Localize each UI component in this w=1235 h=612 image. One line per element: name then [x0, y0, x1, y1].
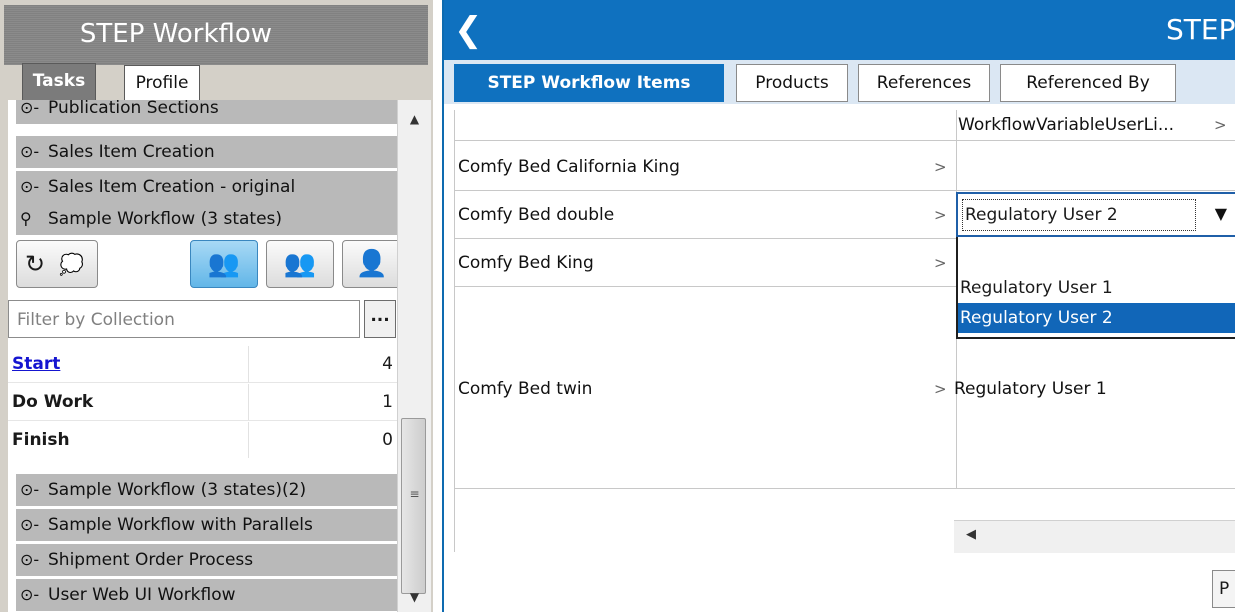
filter-collection-input[interactable]: Filter by Collection [8, 300, 360, 338]
grip-icon: ≡ [409, 487, 420, 501]
chevron-right-icon: > [934, 380, 947, 398]
user-select-dropdown: Regulatory User 1 Regulatory User 2 [956, 237, 1235, 339]
workflow-item[interactable]: ⊙- Publication Sections [16, 100, 397, 124]
grid-line [454, 190, 1235, 191]
user-select-combobox[interactable]: Regulatory User 2 ▼ [956, 192, 1235, 237]
workflow-item-expanded[interactable]: ⚲ Sample Workflow (3 states) [16, 203, 397, 235]
workflow-item-label: Sample Workflow (3 states)(2) [48, 480, 307, 500]
scrollbar-thumb[interactable]: ≡ [401, 418, 426, 594]
workflow-items-grid: WorkflowVariableUserLi... > Comfy Bed Ca… [454, 110, 1235, 552]
tab-profile[interactable]: Profile [124, 65, 200, 100]
column-header-label: WorkflowVariableUserLi... [958, 115, 1175, 135]
users-group-icon: 👥 [283, 249, 317, 279]
workflow-toolbar: ↻ 💭 👥 👥 👤 [16, 238, 397, 292]
dropdown-option-selected[interactable]: Regulatory User 2 [958, 303, 1235, 333]
workflow-list-scrollbar[interactable]: ▲ ≡ ▼ [397, 100, 431, 612]
workflow-item[interactable]: ⊙- Sample Workflow (3 states)(2) [16, 474, 397, 506]
dropdown-option[interactable]: Regulatory User 1 [958, 273, 1235, 303]
workflow-item-label: User Web UI Workflow [48, 585, 236, 605]
scroll-down-arrow-icon[interactable]: ▼ [398, 590, 431, 604]
grid-line [454, 140, 1235, 141]
workflow-item-label: Sample Workflow with Parallels [48, 515, 313, 535]
scroll-left-arrow-icon[interactable]: ◀ [966, 527, 976, 542]
row-value-cell[interactable]: Regulatory User 1 [954, 372, 1234, 406]
row-divider [8, 382, 397, 383]
comment-icon: 💭 [59, 252, 84, 276]
row-name-cell[interactable]: Comfy Bed twin [458, 372, 938, 406]
user-icon: 👤 [355, 249, 389, 279]
state-count: 0 [382, 430, 393, 450]
grid-line [454, 286, 956, 287]
column-divider [248, 346, 249, 382]
chevron-right-icon: > [1214, 116, 1227, 134]
chevron-right-icon: > [934, 254, 947, 272]
workflow-item[interactable]: ⊙- Sales Item Creation - original [16, 171, 397, 203]
refresh-button[interactable]: ↻ 💭 [16, 240, 98, 288]
state-name: Finish [12, 430, 70, 450]
state-row[interactable]: Start 4 [8, 346, 397, 382]
tab-step-workflow-items[interactable]: STEP Workflow Items [454, 64, 724, 102]
workflow-item[interactable]: ⊙- Shipment Order Process [16, 544, 397, 576]
workflow-collapsed-icon: ⊙- [20, 100, 40, 117]
state-row[interactable]: Finish 0 [8, 422, 397, 458]
workflow-list: ⊙- Publication Sections ⊙- Sales Item Cr… [8, 100, 397, 612]
workflow-collapsed-icon: ⊙- [20, 142, 40, 161]
workflow-collapsed-icon: ⊙- [20, 177, 40, 196]
dropdown-option-empty[interactable] [958, 241, 1235, 271]
scroll-up-arrow-icon[interactable]: ▲ [398, 112, 431, 126]
items-tab-bar: STEP Workflow Items Products References … [444, 60, 1235, 104]
grid-line [454, 110, 455, 552]
workflow-item-label: Sample Workflow (3 states) [48, 209, 283, 229]
state-row[interactable]: Do Work 1 [8, 384, 397, 420]
row-divider [8, 420, 397, 421]
column-header[interactable]: WorkflowVariableUserLi... [958, 110, 1235, 140]
workflow-item[interactable]: ⊙- User Web UI Workflow [16, 579, 397, 611]
filter-browse-button[interactable]: ... [364, 300, 396, 338]
state-name-link[interactable]: Start [12, 346, 60, 382]
workflow-collapsed-icon: ⊙- [20, 585, 40, 604]
row-name-cell[interactable]: Comfy Bed double [458, 198, 938, 232]
workflow-item-label: Shipment Order Process [48, 550, 254, 570]
grid-line [454, 238, 956, 239]
dropdown-caret-icon[interactable]: ▼ [1215, 204, 1227, 223]
bottom-action-button[interactable]: P [1212, 570, 1235, 608]
state-name: Do Work [12, 392, 94, 412]
chevron-right-icon: > [934, 206, 947, 224]
chevron-right-icon: > [934, 158, 947, 176]
state-count: 4 [382, 354, 393, 374]
all-users-filter-button[interactable]: 👥 [190, 240, 258, 288]
back-chevron-icon[interactable]: ❮ [454, 10, 490, 50]
refresh-icon: ↻ [25, 250, 46, 278]
row-name-cell[interactable]: Comfy Bed California King [458, 150, 938, 184]
row-name-cell[interactable]: Comfy Bed King [458, 246, 938, 280]
workflow-collapsed-icon: ⊙- [20, 480, 40, 499]
workflow-item-label: Sales Item Creation - original [48, 177, 296, 197]
panel-title: STEP Workflow [79, 19, 273, 49]
items-panel-header: ❮ STEP [444, 0, 1235, 60]
workflow-item[interactable]: ⊙- Sample Workflow with Parallels [16, 509, 397, 541]
tab-products[interactable]: Products [736, 64, 848, 102]
my-tasks-filter-button[interactable]: 👤 [342, 240, 397, 288]
workflow-panel-header: STEP Workflow [4, 5, 428, 65]
workflow-collapsed-icon: ⊙- [20, 515, 40, 534]
workflow-collapsed-icon: ⊙- [20, 550, 40, 569]
tab-references[interactable]: References [858, 64, 990, 102]
items-panel-title: STEP [1166, 13, 1235, 46]
items-panel: ❮ STEP STEP Workflow Items Products Refe… [442, 0, 1235, 612]
workflow-item-label: Publication Sections [48, 100, 219, 118]
combobox-value[interactable]: Regulatory User 2 [962, 199, 1196, 231]
users-group-icon: 👥 [207, 249, 241, 279]
state-count: 1 [382, 392, 393, 412]
tab-referenced-by[interactable]: Referenced By [1000, 64, 1176, 102]
grid-line [454, 488, 1235, 489]
workflow-expanded-icon: ⚲ [20, 209, 32, 228]
workflow-panel: STEP Workflow Tasks Profile ⊙- Publicati… [0, 0, 433, 612]
group-filter-button[interactable]: 👥 [266, 240, 334, 288]
grid-horizontal-scrollbar[interactable]: ◀ [954, 520, 1235, 553]
tab-tasks[interactable]: Tasks [22, 63, 96, 100]
column-divider [248, 384, 249, 420]
column-divider [248, 422, 249, 458]
workflow-item-label: Sales Item Creation [48, 142, 215, 162]
workflow-item[interactable]: ⊙- Sales Item Creation [16, 136, 397, 168]
